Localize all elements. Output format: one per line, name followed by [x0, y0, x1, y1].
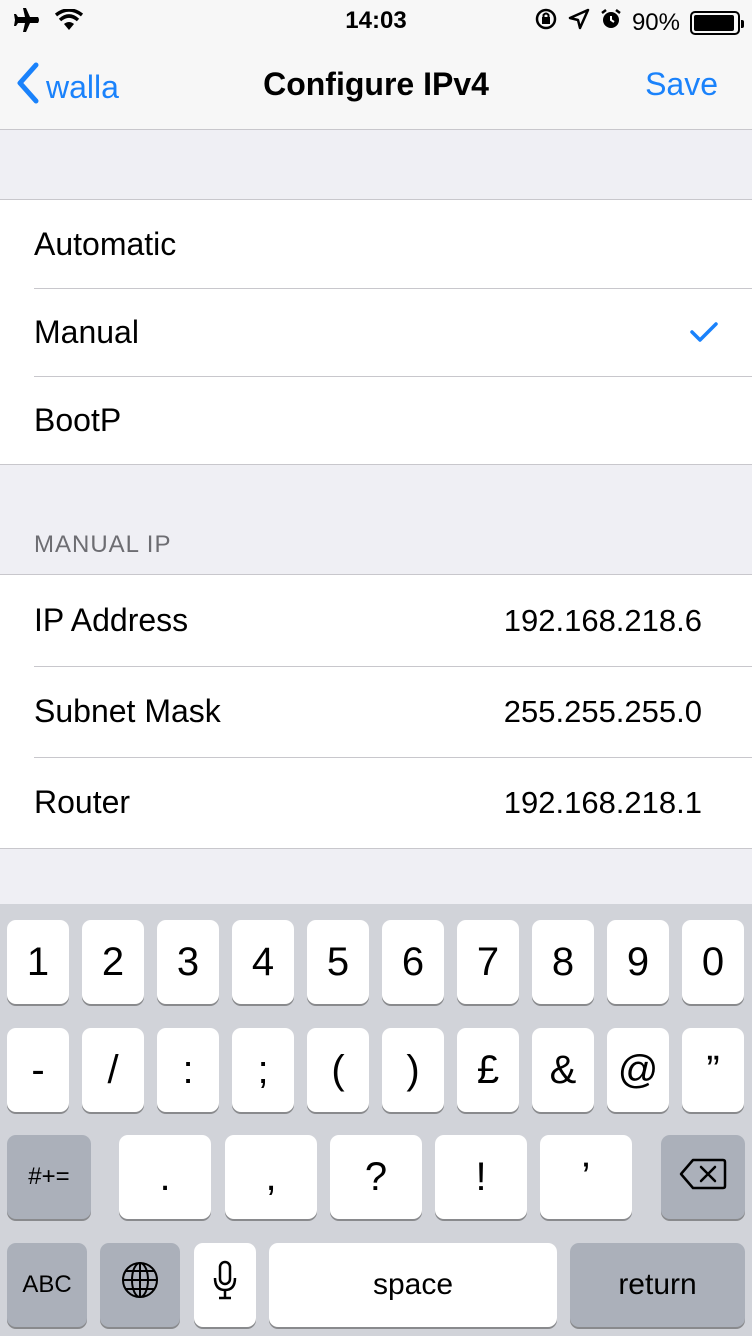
key-3[interactable]: 3 — [157, 920, 219, 1004]
option-label: BootP — [34, 401, 122, 438]
key-quote[interactable]: ” — [682, 1028, 744, 1112]
key-hyphen[interactable]: - — [7, 1028, 69, 1112]
key-7[interactable]: 7 — [457, 920, 519, 1004]
configure-options-group: Automatic Manual BootP — [0, 199, 752, 465]
return-key[interactable]: return — [570, 1243, 745, 1327]
battery-icon — [690, 10, 744, 35]
dictation-key[interactable] — [194, 1243, 256, 1327]
key-semicolon[interactable]: ; — [232, 1028, 294, 1112]
key-question[interactable]: ? — [330, 1135, 422, 1219]
microphone-icon — [212, 1260, 238, 1310]
key-comma[interactable]: , — [225, 1135, 317, 1219]
key-9[interactable]: 9 — [607, 920, 669, 1004]
globe-icon — [120, 1260, 160, 1310]
option-label: Automatic — [34, 225, 177, 262]
save-button[interactable]: Save — [645, 66, 718, 103]
key-2[interactable]: 2 — [82, 920, 144, 1004]
delete-key[interactable] — [661, 1135, 745, 1219]
key-at[interactable]: @ — [607, 1028, 669, 1112]
key-8[interactable]: 8 — [532, 920, 594, 1004]
battery-percent: 90% — [631, 8, 680, 36]
manual-ip-group: IP Address 192.168.218.6 Subnet Mask 255… — [0, 574, 752, 849]
section-header-manual-ip: MANUAL IP — [34, 531, 172, 558]
keyboard: 1 2 3 4 5 6 7 8 9 0 - / : ; ( ) £ & @ ” … — [0, 904, 752, 1336]
page-title: Configure IPv4 — [263, 66, 489, 102]
key-apostrophe[interactable]: ’ — [540, 1135, 632, 1219]
router-value[interactable]: 192.168.218.1 — [504, 785, 702, 821]
ip-address-value[interactable]: 192.168.218.6 — [504, 603, 702, 639]
backspace-icon — [679, 1155, 727, 1200]
status-bar: 14:03 90% — [0, 0, 752, 42]
globe-key[interactable] — [100, 1243, 180, 1327]
space-key[interactable]: space — [269, 1243, 557, 1327]
key-symbols[interactable]: #+= — [7, 1135, 91, 1219]
subnet-mask-label: Subnet Mask — [34, 693, 221, 729]
subnet-mask-value[interactable]: 255.255.255.0 — [504, 694, 702, 730]
option-label: Manual — [34, 313, 139, 350]
key-exclamation[interactable]: ! — [435, 1135, 527, 1219]
navigation-bar: walla Configure IPv4 Save — [0, 42, 752, 130]
key-1[interactable]: 1 — [7, 920, 69, 1004]
key-4[interactable]: 4 — [232, 920, 294, 1004]
key-0[interactable]: 0 — [682, 920, 744, 1004]
key-slash[interactable]: / — [82, 1028, 144, 1112]
status-right: 90% — [534, 7, 744, 38]
ip-address-field[interactable]: IP Address 192.168.218.6 — [0, 575, 752, 666]
location-icon — [568, 8, 590, 37]
key-abc[interactable]: ABC — [7, 1243, 87, 1327]
router-field[interactable]: Router 192.168.218.1 — [0, 757, 752, 848]
ip-address-label: IP Address — [34, 602, 189, 638]
key-close-paren[interactable]: ) — [382, 1028, 444, 1112]
router-label: Router — [34, 784, 131, 820]
checkmark-icon — [690, 314, 718, 351]
key-ampersand[interactable]: & — [532, 1028, 594, 1112]
subnet-mask-field[interactable]: Subnet Mask 255.255.255.0 — [0, 666, 752, 757]
key-pound[interactable]: £ — [457, 1028, 519, 1112]
alarm-icon — [600, 8, 622, 37]
key-6[interactable]: 6 — [382, 920, 444, 1004]
key-period[interactable]: . — [119, 1135, 211, 1219]
option-manual[interactable]: Manual — [0, 288, 752, 376]
key-5[interactable]: 5 — [307, 920, 369, 1004]
key-colon[interactable]: : — [157, 1028, 219, 1112]
option-bootp[interactable]: BootP — [0, 376, 752, 464]
rotation-lock-icon — [534, 7, 558, 38]
key-open-paren[interactable]: ( — [307, 1028, 369, 1112]
option-automatic[interactable]: Automatic — [0, 200, 752, 288]
